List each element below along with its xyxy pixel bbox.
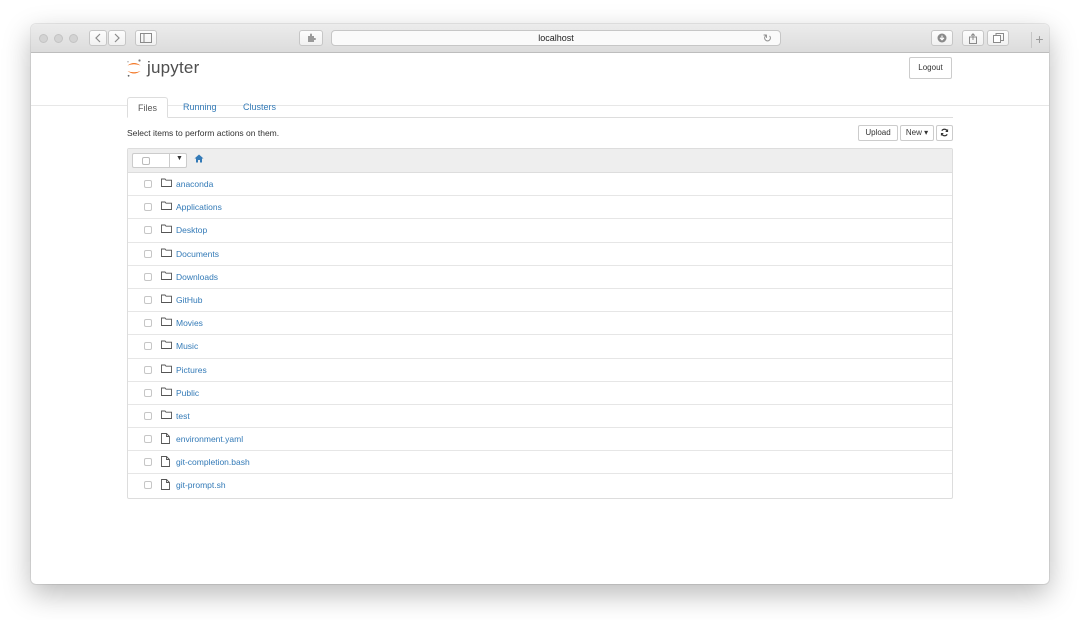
file-name-link[interactable]: Movies [176, 318, 203, 328]
sidebar-icon [140, 33, 152, 43]
file-row[interactable]: Music [128, 335, 952, 359]
refresh-button[interactable] [936, 125, 953, 141]
file-icon [161, 433, 170, 446]
file-row[interactable]: Downloads [128, 266, 952, 289]
folder-icon [161, 201, 172, 212]
main-tabs: Files Running Clusters [127, 97, 953, 118]
tabs-overview-button[interactable] [987, 30, 1009, 46]
file-row[interactable]: git-completion.bash [128, 451, 952, 475]
tab-files[interactable]: Files [127, 97, 169, 118]
file-row[interactable]: Applications [128, 196, 952, 220]
file-row[interactable]: git-prompt.sh [128, 474, 952, 497]
zoom-window-button[interactable] [69, 34, 78, 43]
row-checkbox[interactable] [144, 295, 152, 304]
folder-icon [161, 317, 172, 328]
logout-button[interactable]: Logout [909, 57, 952, 79]
file-name-link[interactable]: Music [176, 341, 198, 351]
file-name-link[interactable]: GitHub [176, 295, 202, 305]
jupyter-logo-icon [127, 59, 141, 77]
downloads-button[interactable] [931, 30, 953, 46]
reload-icon[interactable]: ↻ [763, 32, 772, 45]
file-icon [161, 456, 170, 469]
file-row[interactable]: anaconda [128, 173, 952, 197]
folder-icon [161, 387, 172, 398]
select-all-dropdown[interactable]: ▼ [132, 153, 187, 168]
row-checkbox[interactable] [144, 180, 152, 188]
tab-running[interactable]: Running [173, 97, 227, 118]
file-row[interactable]: GitHub [128, 289, 952, 313]
file-row[interactable]: Movies [128, 312, 952, 336]
new-dropdown-button[interactable]: New ▾ [900, 125, 934, 141]
file-name-link[interactable]: Pictures [176, 365, 207, 375]
tab-clusters[interactable]: Clusters [233, 97, 286, 118]
row-checkbox[interactable] [144, 203, 152, 212]
file-name-link[interactable]: anaconda [176, 179, 213, 189]
folder-icon [161, 340, 172, 351]
jupyter-logo[interactable]: jupyter [126, 58, 199, 78]
file-row[interactable]: Public [128, 382, 952, 405]
file-rows: anaconda Applications Desktop Documents Down… [128, 173, 952, 498]
file-name-link[interactable]: Desktop [176, 225, 207, 235]
download-icon [937, 33, 947, 43]
close-window-button[interactable] [39, 34, 48, 43]
folder-icon [161, 224, 172, 235]
back-button[interactable] [89, 30, 107, 46]
row-checkbox[interactable] [144, 481, 152, 490]
folder-icon [161, 410, 172, 421]
folder-icon [161, 294, 172, 305]
browser-toolbar: localhost ↻ + [31, 24, 1049, 53]
row-checkbox[interactable] [144, 226, 152, 235]
address-bar[interactable]: localhost ↻ [331, 30, 781, 46]
folder-icon [161, 364, 172, 375]
chevron-right-icon [114, 33, 120, 43]
row-checkbox[interactable] [144, 342, 152, 351]
address-text: localhost [538, 33, 574, 43]
folder-icon [161, 178, 172, 189]
row-checkbox[interactable] [144, 365, 152, 374]
file-list-header: ▼ [128, 149, 952, 173]
file-row[interactable]: Documents [128, 243, 952, 266]
file-row[interactable]: Pictures [128, 359, 952, 382]
chevron-left-icon [95, 33, 101, 43]
selection-hint: Select items to perform actions on them. [127, 128, 280, 138]
home-icon[interactable] [194, 154, 204, 163]
new-tab-button[interactable]: + [1031, 32, 1047, 48]
tabs-icon [992, 33, 1004, 43]
row-checkbox[interactable] [144, 388, 152, 397]
browser-window: localhost ↻ + jupyter Logout Files Runni… [31, 24, 1049, 584]
refresh-icon [940, 128, 949, 137]
row-checkbox[interactable] [144, 272, 152, 281]
file-row[interactable]: Desktop [128, 219, 952, 243]
share-button[interactable] [962, 30, 984, 46]
file-name-link[interactable]: test [176, 411, 190, 421]
forward-button[interactable] [108, 30, 126, 46]
folder-icon [161, 248, 172, 259]
file-name-link[interactable]: Applications [176, 202, 222, 212]
jupyter-logo-text: jupyter [147, 58, 200, 77]
file-name-link[interactable]: Public [176, 388, 199, 398]
upload-button[interactable]: Upload [858, 125, 898, 141]
file-row[interactable]: environment.yaml [128, 428, 952, 452]
file-name-link[interactable]: git-prompt.sh [176, 480, 226, 490]
file-name-link[interactable]: Downloads [176, 272, 218, 282]
caret-down-icon[interactable]: ▼ [176, 155, 183, 162]
file-name-link[interactable]: git-completion.bash [176, 457, 250, 467]
row-checkbox[interactable] [144, 435, 152, 444]
file-icon [161, 479, 170, 492]
file-name-link[interactable]: Documents [176, 249, 219, 259]
extension-button[interactable] [299, 30, 323, 46]
puzzle-icon [308, 33, 316, 42]
file-row[interactable]: test [128, 405, 952, 429]
file-name-link[interactable]: environment.yaml [176, 434, 243, 444]
row-checkbox[interactable] [144, 411, 152, 420]
select-all-checkbox[interactable] [142, 157, 150, 165]
sidebar-button[interactable] [135, 30, 157, 46]
row-checkbox[interactable] [144, 319, 152, 328]
folder-icon [161, 271, 172, 282]
row-checkbox[interactable] [144, 249, 152, 258]
row-checkbox[interactable] [144, 458, 152, 467]
minimize-window-button[interactable] [54, 34, 63, 43]
file-list: ▼ anaconda Applications Desktop Documents Do… [127, 148, 953, 499]
share-icon [969, 33, 977, 44]
